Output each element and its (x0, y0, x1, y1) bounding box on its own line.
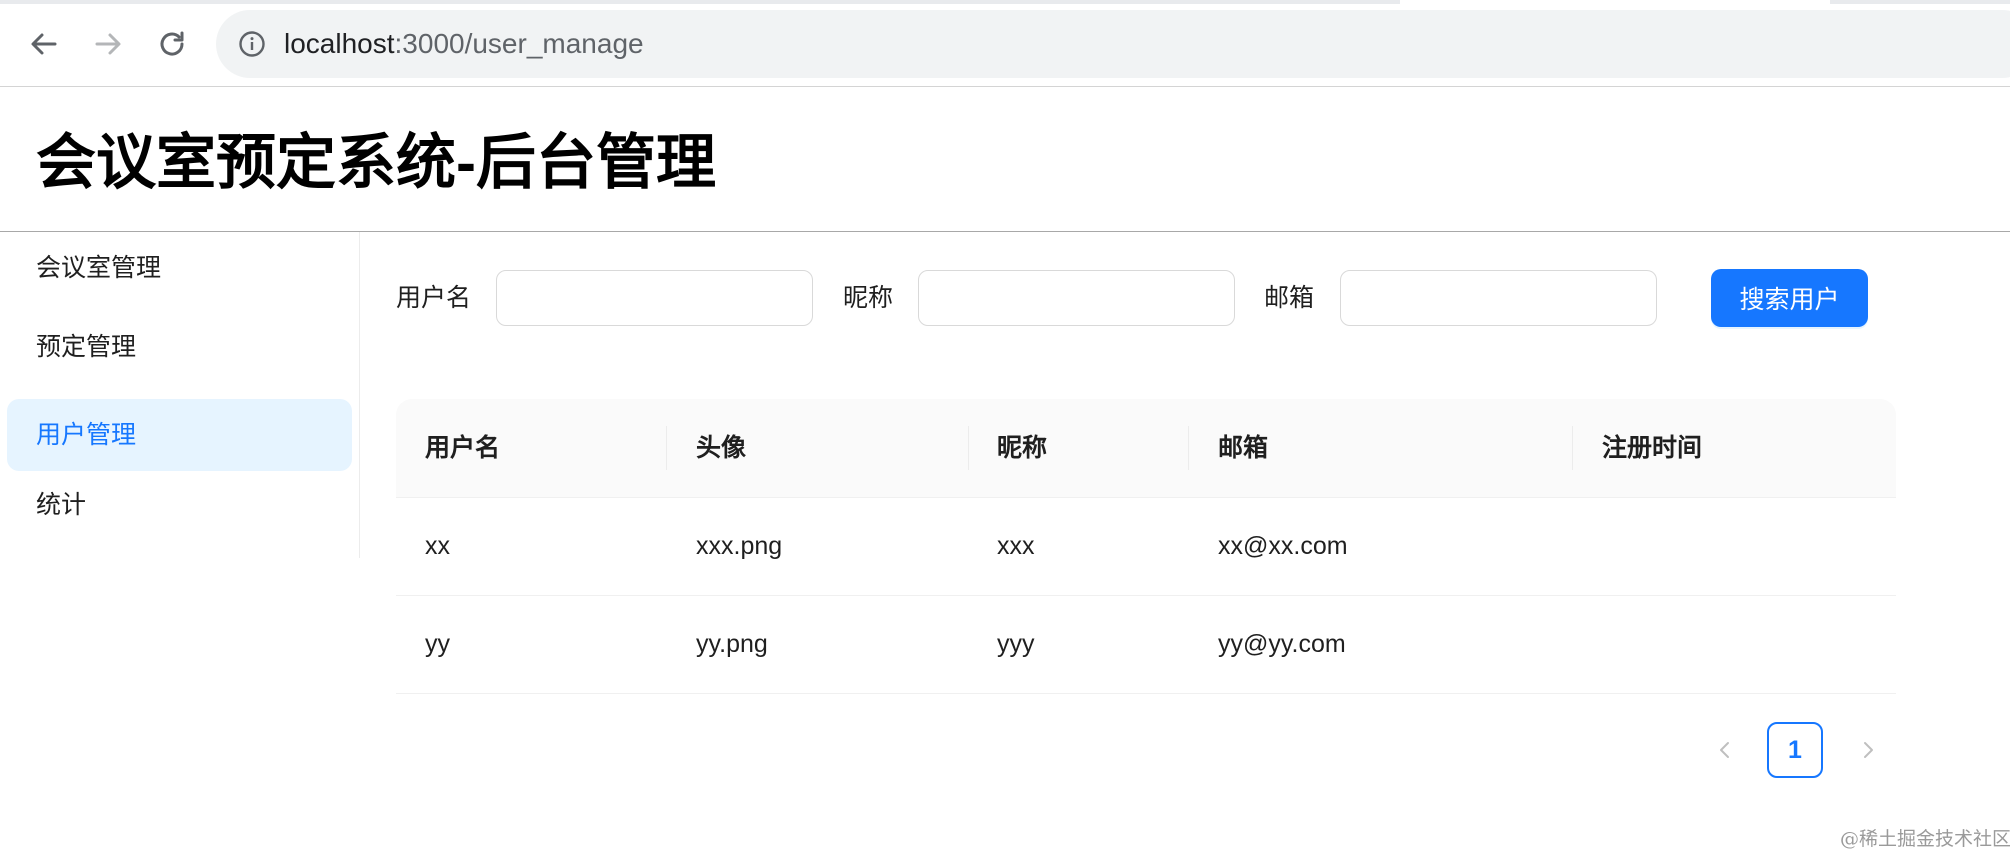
user-table: 用户名 头像 昵称 邮箱 注册时间 xx xxx.png xxx xx@xx.c… (396, 399, 1896, 694)
cell-avatar: yy.png (696, 630, 768, 658)
reload-button[interactable] (152, 24, 192, 64)
username-input[interactable] (496, 270, 813, 326)
cell-avatar: xxx.png (696, 532, 783, 560)
table-row: xx xxx.png xxx xx@xx.com (396, 498, 1896, 596)
arrow-left-icon (31, 33, 57, 55)
cell-username: xx (425, 532, 450, 560)
nickname-input[interactable] (918, 270, 1235, 326)
cell-email: xx@xx.com (1218, 532, 1348, 560)
email-input[interactable] (1340, 270, 1657, 326)
column-header-email: 邮箱 (1218, 434, 1269, 462)
chevron-left-icon (1720, 742, 1729, 758)
sidebar-menu: 会议室管理 预定管理 用户管理 统计 (0, 232, 360, 558)
browser-toolbar: localhost:3000/user_manage (0, 0, 2010, 87)
table-row: yy yy.png yyy yy@yy.com (396, 596, 1896, 694)
url-text: localhost:3000/user_manage (284, 10, 644, 78)
nickname-label: 昵称 (843, 284, 894, 312)
column-header-avatar: 头像 (696, 434, 747, 462)
sidebar-item-statistics[interactable]: 统计 (7, 469, 352, 541)
search-user-button[interactable]: 搜索用户 (1711, 269, 1868, 327)
url-path: :3000/user_manage (394, 28, 644, 59)
column-divider (1572, 426, 1573, 470)
sidebar-item-booking-manage[interactable]: 预定管理 (7, 311, 352, 383)
tab-strip-edge (1830, 0, 2010, 4)
cell-username: yy (425, 630, 450, 658)
forward-button[interactable] (88, 24, 128, 64)
address-bar[interactable]: localhost:3000/user_manage (216, 10, 2010, 78)
cell-nickname: xxx (997, 532, 1035, 560)
watermark: @稀土掘金技术社区 (1840, 828, 2010, 850)
sidebar-item-meeting-room-manage[interactable]: 会议室管理 (7, 232, 352, 304)
column-header-nickname: 昵称 (997, 434, 1048, 462)
app-header: 会议室预定系统-后台管理 (0, 87, 2010, 232)
column-header-username: 用户名 (425, 434, 501, 462)
next-page-button[interactable] (1840, 722, 1896, 778)
reload-icon (160, 31, 184, 56)
email-label: 邮箱 (1264, 284, 1315, 312)
page-number-current[interactable]: 1 (1767, 722, 1823, 778)
table-header: 用户名 头像 昵称 邮箱 注册时间 (396, 399, 1896, 498)
chevron-right-icon (1864, 742, 1873, 758)
column-divider (1188, 426, 1189, 470)
column-divider (968, 426, 969, 470)
cell-nickname: yyy (997, 630, 1035, 658)
tab-strip-edge (0, 0, 1400, 4)
cell-email: yy@yy.com (1218, 630, 1346, 658)
page-title: 会议室预定系统-后台管理 (36, 129, 716, 196)
sidebar-item-user-manage[interactable]: 用户管理 (7, 399, 352, 471)
column-header-register-time: 注册时间 (1602, 434, 1703, 462)
info-icon[interactable] (238, 30, 266, 58)
back-button[interactable] (24, 24, 64, 64)
username-label: 用户名 (396, 284, 472, 312)
prev-page-button[interactable] (1697, 722, 1753, 778)
url-host: localhost (284, 28, 395, 59)
arrow-right-icon (95, 33, 121, 55)
column-divider (666, 426, 667, 470)
